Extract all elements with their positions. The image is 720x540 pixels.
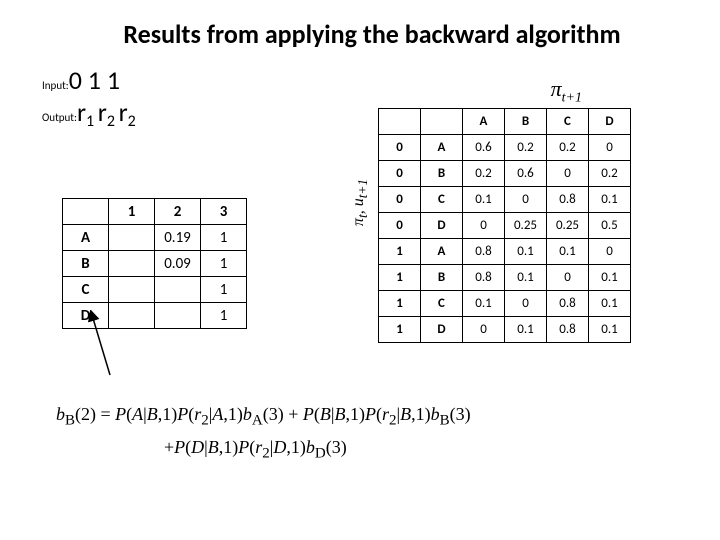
table-row: 0D00.250.250.5 xyxy=(379,213,631,239)
left-axis-label: πt, ut+1 xyxy=(350,179,371,226)
arrow-icon xyxy=(80,310,120,380)
table-row: 0C0.100.80.1 xyxy=(379,187,631,213)
table-row: 1D00.10.80.1 xyxy=(379,317,631,343)
col-header: A xyxy=(463,109,505,135)
output-label: Output: xyxy=(42,111,77,124)
equation: bB(2) = P(A|B,1)P(r2|A,1)bA(3) + P(B|B,1… xyxy=(56,400,471,465)
table-row: 1A0.80.10.10 xyxy=(379,239,631,265)
row-header: A xyxy=(63,225,109,251)
table-row: 1B0.80.100.1 xyxy=(379,265,631,291)
row-header: C xyxy=(63,277,109,303)
table-row: 0A0.60.20.20 xyxy=(379,135,631,161)
row-header: B xyxy=(63,251,109,277)
input-value: 0 1 1 xyxy=(69,64,120,96)
col-header: 3 xyxy=(201,199,247,225)
io-block: Input: 0 1 1 Output: r1 r2 r2 xyxy=(42,64,136,128)
input-label: Input: xyxy=(42,79,69,92)
table-row: 1C0.100.80.1 xyxy=(379,291,631,317)
table-row: 0B0.20.600.2 xyxy=(379,161,631,187)
col-header: C xyxy=(547,109,589,135)
col-header: B xyxy=(505,109,547,135)
pi-t-plus-1-label: πt+1 xyxy=(551,76,582,106)
slide-title: Results from applying the backward algor… xyxy=(0,0,720,56)
col-header: D xyxy=(589,109,631,135)
transition-table: A B C D 0A0.60.20.20 0B0.20.600.2 0C0.10… xyxy=(378,108,631,343)
output-value: r1 r2 r2 xyxy=(77,96,136,128)
col-header: 2 xyxy=(155,199,201,225)
col-header: 1 xyxy=(109,199,155,225)
